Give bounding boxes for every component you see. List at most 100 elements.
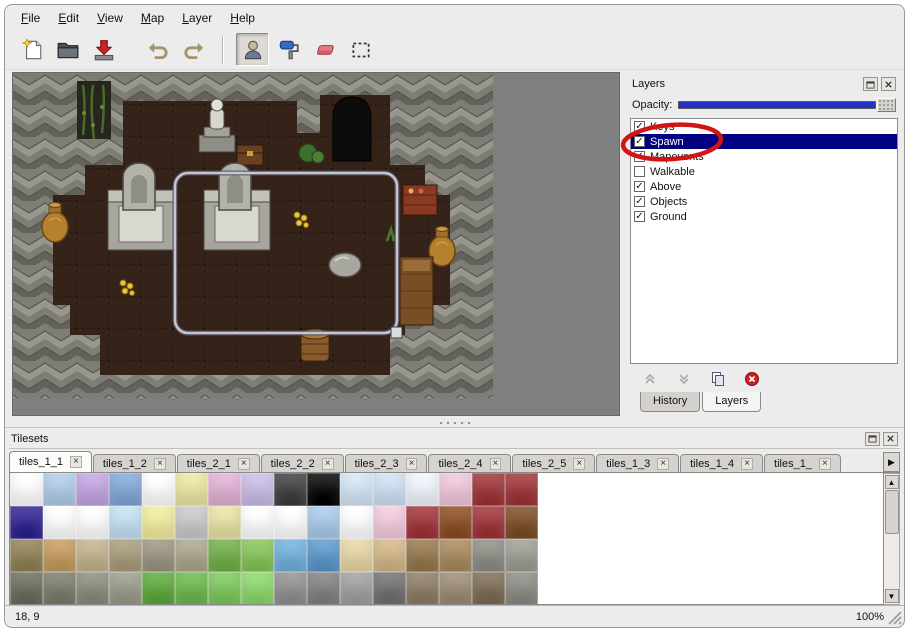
layer-row-spawn[interactable]: ✓Spawn <box>631 134 897 149</box>
scroll-up-icon[interactable]: ▲ <box>885 475 899 489</box>
tileset-tile[interactable] <box>142 539 175 572</box>
layer-row-mapevents[interactable]: ✓Mapevents <box>631 149 897 164</box>
tileset-tab-tiles_2_3[interactable]: tiles_2_3× <box>345 454 428 472</box>
palette-scrollbar[interactable]: ▲ ▼ <box>884 473 900 605</box>
tileset-tile[interactable] <box>274 473 307 506</box>
tileset-tile[interactable] <box>505 506 538 539</box>
tileset-tile[interactable] <box>340 506 373 539</box>
tab-close-icon[interactable]: × <box>238 458 250 470</box>
move-layer-down-button[interactable] <box>674 370 694 388</box>
tileset-tile[interactable] <box>76 506 109 539</box>
tileset-tile[interactable] <box>208 506 241 539</box>
eraser-button[interactable] <box>308 33 341 66</box>
tab-close-icon[interactable]: × <box>819 458 831 470</box>
tileset-tile[interactable] <box>505 572 538 605</box>
tileset-tile[interactable] <box>241 506 274 539</box>
tileset-tile[interactable] <box>43 539 76 572</box>
layer-row-above[interactable]: ✓Above <box>631 179 897 194</box>
tileset-tile[interactable] <box>406 473 439 506</box>
tileset-tab-tiles_1_4[interactable]: tiles_1_4× <box>680 454 763 472</box>
menu-item-help[interactable]: Help <box>222 8 263 28</box>
tileset-tile[interactable] <box>307 506 340 539</box>
layer-row-ground[interactable]: ✓Ground <box>631 209 897 224</box>
tileset-tile[interactable] <box>307 473 340 506</box>
tab-close-icon[interactable]: × <box>657 458 669 470</box>
tileset-tile[interactable] <box>307 539 340 572</box>
scroll-down-icon[interactable]: ▼ <box>885 589 899 603</box>
tileset-tile[interactable] <box>109 473 142 506</box>
tileset-tile[interactable] <box>142 473 175 506</box>
tileset-tile[interactable] <box>43 473 76 506</box>
menu-item-edit[interactable]: Edit <box>50 8 87 28</box>
tileset-tile[interactable] <box>406 539 439 572</box>
tileset-tab-tiles_1_[interactable]: tiles_1_× <box>764 454 841 472</box>
dock-tab-history[interactable]: History <box>640 392 700 412</box>
tileset-tile[interactable] <box>208 572 241 605</box>
menu-item-layer[interactable]: Layer <box>174 8 220 28</box>
redo-button[interactable] <box>177 33 210 66</box>
tileset-tile[interactable] <box>472 506 505 539</box>
tab-close-icon[interactable]: × <box>154 458 166 470</box>
tileset-tile[interactable] <box>274 539 307 572</box>
tileset-tile[interactable] <box>439 539 472 572</box>
map-canvas[interactable] <box>13 73 493 398</box>
tileset-tile[interactable] <box>340 572 373 605</box>
tileset-tile[interactable] <box>175 539 208 572</box>
tileset-tile[interactable] <box>76 572 109 605</box>
float-panel-button[interactable] <box>863 77 878 91</box>
stamp-button[interactable] <box>236 33 269 66</box>
tileset-tile[interactable] <box>109 572 142 605</box>
tileset-tile[interactable] <box>142 572 175 605</box>
tileset-tile[interactable] <box>472 473 505 506</box>
opacity-slider-handle[interactable] <box>877 98 896 112</box>
float-tilesets-button[interactable] <box>865 432 880 446</box>
layer-visibility-checkbox[interactable]: ✓ <box>634 196 645 207</box>
dock-tab-layers[interactable]: Layers <box>702 392 761 412</box>
fill-button[interactable] <box>272 33 305 66</box>
opacity-slider[interactable] <box>678 101 876 109</box>
tileset-tile[interactable] <box>373 473 406 506</box>
tileset-tile[interactable] <box>439 506 472 539</box>
tileset-tile[interactable] <box>241 539 274 572</box>
tileset-tab-tiles_1_2[interactable]: tiles_1_2× <box>93 454 176 472</box>
tileset-tile[interactable] <box>505 539 538 572</box>
layer-row-objects[interactable]: ✓Objects <box>631 194 897 209</box>
move-layer-up-button[interactable] <box>640 370 660 388</box>
tileset-tab-tiles_1_1[interactable]: tiles_1_1× <box>9 451 92 472</box>
tileset-tile[interactable] <box>472 572 505 605</box>
layer-row-walkable[interactable]: Walkable <box>631 164 897 179</box>
layer-row-keys[interactable]: ✓Keys <box>631 119 897 134</box>
menu-item-file[interactable]: File <box>13 8 48 28</box>
selection-resize-handle[interactable] <box>391 327 402 338</box>
menu-item-map[interactable]: Map <box>133 8 172 28</box>
map-viewport[interactable] <box>12 72 620 416</box>
layer-visibility-checkbox[interactable]: ✓ <box>634 136 645 147</box>
tileset-tile[interactable] <box>406 572 439 605</box>
tileset-tile[interactable] <box>340 539 373 572</box>
splitter-grip[interactable] <box>437 420 473 426</box>
layer-visibility-checkbox[interactable] <box>634 166 645 177</box>
tileset-tile[interactable] <box>43 572 76 605</box>
tab-close-icon[interactable]: × <box>741 458 753 470</box>
tileset-tile[interactable] <box>274 506 307 539</box>
undo-button[interactable] <box>141 33 174 66</box>
tileset-tile[interactable] <box>373 572 406 605</box>
tileset-tile[interactable] <box>274 572 307 605</box>
menu-item-view[interactable]: View <box>89 8 131 28</box>
tileset-tile[interactable] <box>109 539 142 572</box>
layer-visibility-checkbox[interactable]: ✓ <box>634 181 645 192</box>
delete-layer-button[interactable] <box>742 370 762 388</box>
tileset-tile[interactable] <box>505 473 538 506</box>
tileset-tile[interactable] <box>175 572 208 605</box>
tileset-tile[interactable] <box>373 539 406 572</box>
tileset-tile[interactable] <box>10 539 43 572</box>
tileset-tile[interactable] <box>208 473 241 506</box>
scrollbar-thumb[interactable] <box>885 490 899 534</box>
tileset-tab-tiles_2_1[interactable]: tiles_2_1× <box>177 454 260 472</box>
tileset-tile[interactable] <box>439 572 472 605</box>
close-tilesets-button[interactable] <box>883 432 898 446</box>
tileset-tile[interactable] <box>472 539 505 572</box>
tab-close-icon[interactable]: × <box>573 458 585 470</box>
layer-visibility-checkbox[interactable]: ✓ <box>634 121 645 132</box>
tileset-tile[interactable] <box>10 572 43 605</box>
